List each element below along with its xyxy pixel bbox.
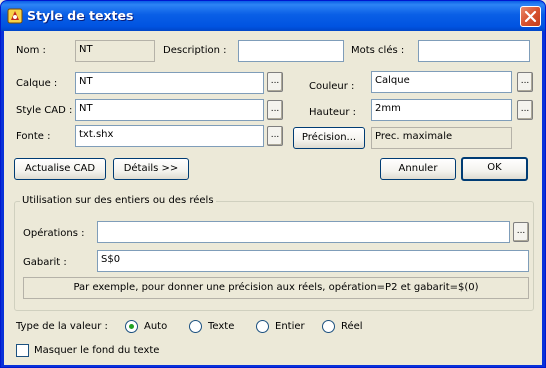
radio-texte[interactable] <box>189 320 202 333</box>
actualise-cad-button[interactable]: Actualise CAD <box>14 158 106 180</box>
usage-group-title: Utilisation sur des entiers ou des réels <box>20 195 216 206</box>
radio-auto-label: Auto <box>144 321 168 332</box>
hauteur-label: Hauteur : <box>309 107 357 118</box>
couleur-input[interactable]: Calque <box>371 71 512 93</box>
style-cad-label: Style CAD : <box>16 105 73 116</box>
annuler-button[interactable]: Annuler <box>380 158 456 180</box>
dialog-window: Style de textes Nom : NT Description : M… <box>0 0 546 368</box>
description-input[interactable] <box>238 40 344 62</box>
ok-button[interactable]: OK <box>461 157 528 181</box>
mots-cles-label: Mots clés : <box>351 45 405 56</box>
calque-browse-button[interactable]: ... <box>267 72 283 92</box>
style-cad-input[interactable]: NT <box>75 99 264 121</box>
dialog-body: Nom : NT Description : Mots clés : Calqu… <box>4 31 542 365</box>
hauteur-input[interactable]: 2mm <box>371 99 512 121</box>
radio-texte-label: Texte <box>208 321 235 332</box>
radio-reel[interactable] <box>322 320 335 333</box>
nom-field: NT <box>75 40 155 62</box>
close-icon <box>524 10 537 23</box>
window-title: Style de textes <box>27 8 134 23</box>
value-type-label: Type de la valeur : <box>16 321 108 332</box>
precision-button[interactable]: Précision... <box>293 127 365 149</box>
gabarit-input[interactable]: S$0 <box>97 250 529 272</box>
calque-input[interactable]: NT <box>75 72 264 94</box>
description-label: Description : <box>163 45 227 56</box>
operations-browse-button[interactable]: ... <box>513 222 529 242</box>
title-bar[interactable]: Style de textes <box>1 1 545 31</box>
example-hint: Par exemple, pour donner une précision a… <box>23 277 529 299</box>
couleur-browse-button[interactable]: ... <box>517 72 533 92</box>
operations-input[interactable] <box>97 221 510 243</box>
fonte-label: Fonte : <box>16 131 51 142</box>
fonte-input[interactable]: txt.shx <box>75 125 264 147</box>
masquer-label: Masquer le fond du texte <box>34 345 160 356</box>
close-button[interactable] <box>520 6 541 27</box>
radio-reel-label: Réel <box>341 321 363 332</box>
app-icon <box>7 8 23 24</box>
details-button[interactable]: Détails >> <box>113 158 189 180</box>
calque-label: Calque : <box>16 78 58 89</box>
precision-value: Prec. maximale <box>371 127 512 149</box>
operations-label: Opérations : <box>23 228 85 239</box>
radio-entier-label: Entier <box>275 321 305 332</box>
radio-auto[interactable] <box>125 320 138 333</box>
nom-label: Nom : <box>16 45 46 56</box>
couleur-label: Couleur : <box>309 81 355 92</box>
fonte-browse-button[interactable]: ... <box>267 126 283 146</box>
radio-entier[interactable] <box>256 320 269 333</box>
style-cad-browse-button[interactable]: ... <box>267 100 283 120</box>
mots-cles-input[interactable] <box>418 40 530 62</box>
hauteur-browse-button[interactable]: ... <box>517 100 533 120</box>
masquer-checkbox[interactable] <box>16 344 29 357</box>
gabarit-label: Gabarit : <box>23 257 67 268</box>
